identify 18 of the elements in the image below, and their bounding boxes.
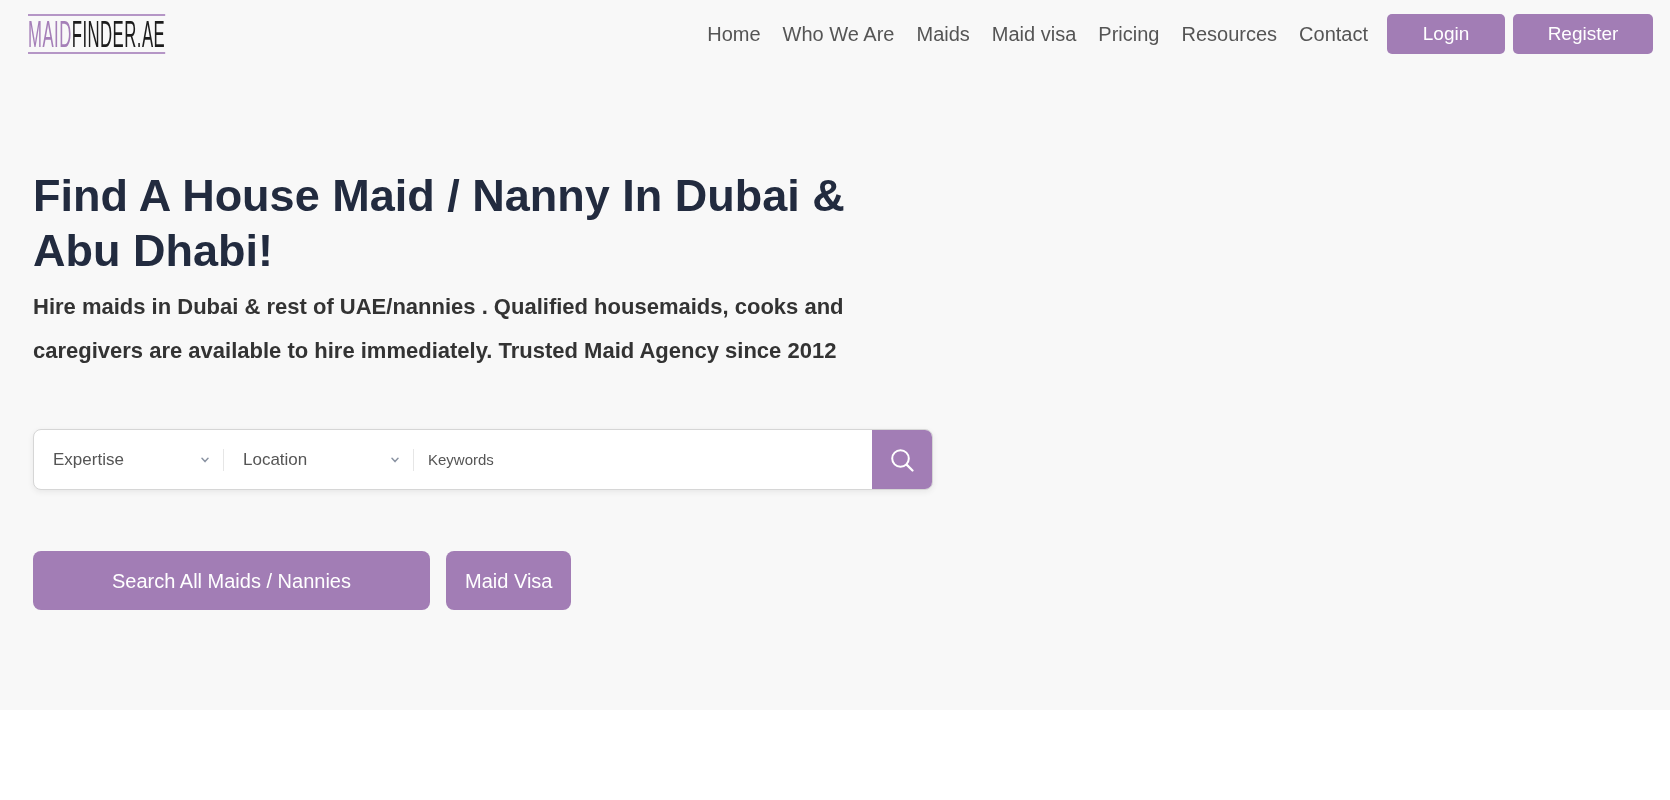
nav-link[interactable]: Resources [1170, 19, 1289, 49]
search-icon [890, 447, 914, 472]
hero-subtitle: Hire maids in Dubai & rest of UAE/nannies . Qualified housemaids, cooks and caregivers are available to hire immediately. Trusted Maid Agency since 2012 [33, 293, 845, 365]
nav-link[interactable]: Who We Are [771, 19, 906, 49]
logo[interactable]: MAIDFINDER.AE [28, 14, 166, 54]
keywords-field[interactable]: Keywords [414, 430, 872, 489]
search-button[interactable] [872, 430, 932, 489]
filter-dropdown[interactable]: Location [224, 430, 413, 489]
nav-link[interactable]: Maids [905, 19, 981, 49]
nav-link[interactable]: Maid visa [980, 19, 1088, 49]
nav-link[interactable]: Contact [1288, 19, 1379, 49]
filter-dropdown[interactable]: Expertise [34, 430, 223, 489]
chevron-down-icon [201, 456, 209, 463]
hero-heading: Find A House Maid / Nanny In Dubai & Abu Dhabi! [33, 169, 846, 278]
search-bar[interactable]: Expertise Location Keywords [33, 429, 933, 490]
nav-link[interactable]: Home [696, 19, 772, 49]
chevron-down-icon [391, 456, 399, 463]
nav-link[interactable]: Pricing [1087, 19, 1171, 49]
